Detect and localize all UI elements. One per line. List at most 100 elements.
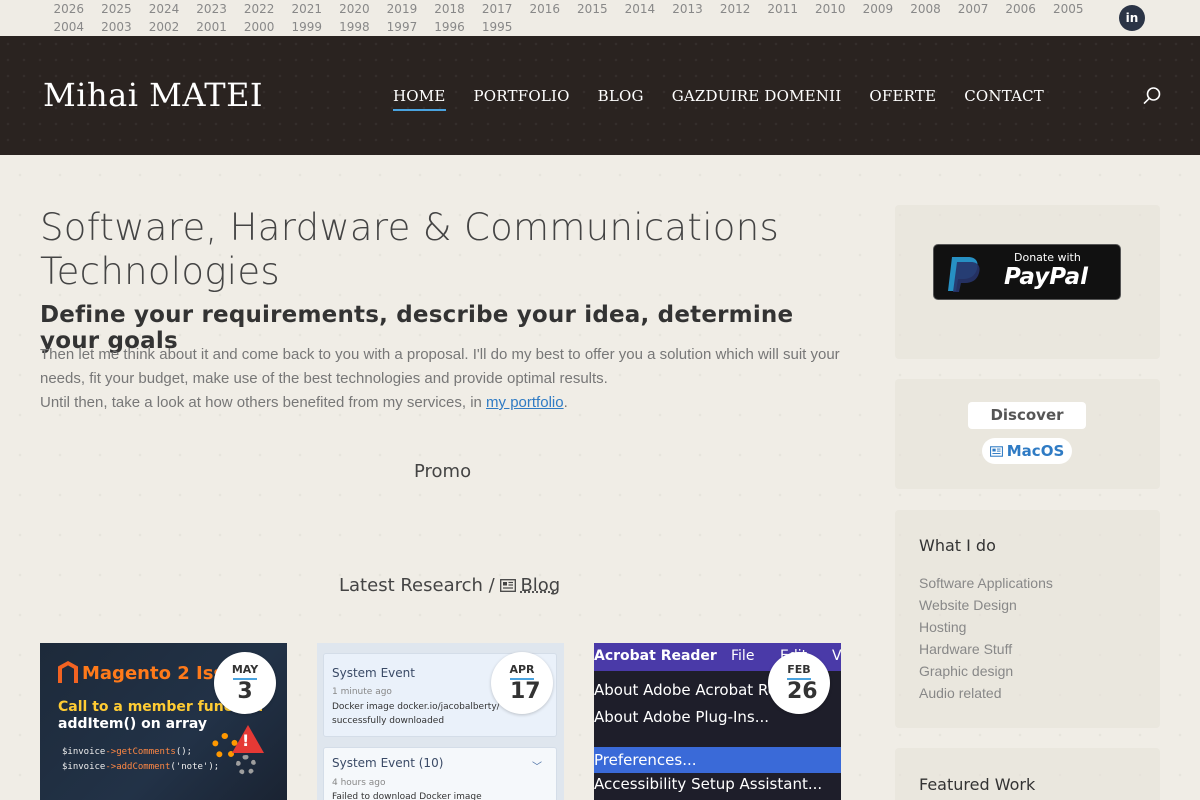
year-link[interactable]: 2024 bbox=[140, 0, 188, 18]
year-link[interactable]: 2010 bbox=[807, 0, 855, 18]
search-icon[interactable] bbox=[1142, 86, 1162, 106]
latest-research-heading: Latest Research / Blog bbox=[339, 575, 560, 596]
event-description-line-2: successfully downloaded bbox=[332, 714, 500, 728]
year-link[interactable]: 2020 bbox=[331, 0, 379, 18]
year-link[interactable]: 2001 bbox=[188, 18, 236, 36]
portfolio-link[interactable]: my portfolio bbox=[486, 394, 564, 411]
nav-oferte[interactable]: OFERTE bbox=[869, 87, 936, 105]
main-nav: HOME PORTFOLIO BLOG GAZDUIRE DOMENII OFE… bbox=[393, 87, 1072, 105]
year-link[interactable]: 2018 bbox=[426, 0, 474, 18]
event-time: 1 minute ago bbox=[332, 687, 392, 697]
date-badge: APR 17 bbox=[491, 652, 553, 714]
linkedin-label: in bbox=[1126, 11, 1139, 25]
event-title-2: System Event (10) bbox=[332, 756, 443, 770]
year-link[interactable]: 1995 bbox=[473, 18, 521, 36]
year-link[interactable]: 1996 bbox=[426, 18, 474, 36]
nav-gazduire-domenii[interactable]: GAZDUIRE DOMENII bbox=[672, 87, 842, 105]
featured-work-title: Featured Work bbox=[919, 775, 1035, 794]
year-link[interactable]: 2014 bbox=[616, 0, 664, 18]
code-rest-1: (); bbox=[176, 747, 192, 757]
date-day: 26 bbox=[787, 678, 811, 704]
card-image-line-2: addItem() on array bbox=[58, 716, 207, 732]
intro-paragraph-1: Then let me think about it and come back… bbox=[40, 346, 840, 387]
service-item[interactable]: Hardware Stuff bbox=[919, 638, 1053, 660]
year-link[interactable]: 2026 bbox=[45, 0, 93, 18]
year-link[interactable]: 2006 bbox=[997, 0, 1045, 18]
year-link[interactable]: 2015 bbox=[569, 0, 617, 18]
year-link[interactable]: 2025 bbox=[93, 0, 141, 18]
year-link[interactable]: 2021 bbox=[283, 0, 331, 18]
year-link[interactable]: 2017 bbox=[473, 0, 521, 18]
latest-label: Latest Research / bbox=[339, 575, 495, 596]
magento-icon bbox=[58, 661, 78, 683]
event-time-2: 4 hours ago bbox=[332, 778, 386, 788]
year-link[interactable]: 1997 bbox=[378, 18, 426, 36]
year-link[interactable]: 2019 bbox=[378, 0, 426, 18]
year-link[interactable]: 2007 bbox=[949, 0, 997, 18]
blog-link[interactable]: Blog bbox=[520, 575, 560, 596]
code-fn-1: getComments bbox=[116, 747, 176, 757]
date-day: 17 bbox=[510, 678, 534, 704]
macos-link[interactable]: MacOS bbox=[982, 438, 1072, 464]
code-fn-2: addComment bbox=[116, 762, 170, 772]
event-description-2: Failed to download Docker image bbox=[332, 790, 482, 800]
chevron-down-icon: ﹀ bbox=[532, 758, 542, 773]
macos-label: MacOS bbox=[1007, 442, 1065, 460]
nav-blog[interactable]: BLOG bbox=[598, 87, 644, 105]
code-var-1: $invoice bbox=[62, 747, 105, 757]
year-link[interactable]: 2009 bbox=[854, 0, 902, 18]
event-title: System Event bbox=[332, 666, 415, 680]
service-item[interactable]: Hosting bbox=[919, 616, 1053, 638]
what-i-do-title: What I do bbox=[919, 536, 996, 555]
paypal-name: PayPal bbox=[1004, 264, 1088, 290]
year-link[interactable]: 1999 bbox=[283, 18, 331, 36]
menu-view: V bbox=[832, 648, 841, 664]
gear-icon-small bbox=[236, 755, 256, 775]
page-title: Software, Hardware & Communications Tech… bbox=[40, 206, 860, 294]
code-line-2: $invoice->addComment('note'); bbox=[62, 760, 219, 775]
nav-portfolio[interactable]: PORTFOLIO bbox=[474, 87, 570, 105]
code-line-1: $invoice->getComments(); bbox=[62, 745, 219, 760]
service-item[interactable]: Software Applications bbox=[919, 572, 1053, 594]
code-arrow-2: -> bbox=[105, 762, 116, 772]
paypal-donate-button[interactable]: Donate with PayPal bbox=[933, 244, 1121, 300]
year-link[interactable]: 2022 bbox=[235, 0, 283, 18]
service-item[interactable]: Graphic design bbox=[919, 660, 1053, 682]
code-var-2: $invoice bbox=[62, 762, 105, 772]
year-link[interactable]: 2013 bbox=[664, 0, 712, 18]
menu-item-accessibility: Accessibility Setup Assistant... bbox=[594, 775, 841, 793]
code-arrow-1: -> bbox=[105, 747, 116, 757]
service-item[interactable]: Audio related bbox=[919, 682, 1053, 704]
year-link[interactable]: 2000 bbox=[235, 18, 283, 36]
service-item[interactable]: Website Design bbox=[919, 594, 1053, 616]
nav-home[interactable]: HOME bbox=[393, 87, 446, 105]
promo-heading: Promo bbox=[414, 461, 471, 482]
year-link[interactable]: 2004 bbox=[45, 18, 93, 36]
year-link[interactable]: 2005 bbox=[1044, 0, 1092, 18]
year-link[interactable]: 2002 bbox=[140, 18, 188, 36]
newspaper-icon bbox=[500, 579, 516, 592]
paypal-icon bbox=[944, 255, 984, 293]
date-badge: FEB 26 bbox=[768, 652, 830, 714]
year-link[interactable]: 2003 bbox=[93, 18, 141, 36]
year-link[interactable]: 2023 bbox=[188, 0, 236, 18]
warning-mark: ! bbox=[242, 731, 249, 750]
what-i-do-list: Software Applications Website Design Hos… bbox=[919, 572, 1053, 704]
card-image-code: $invoice->getComments(); $invoice->addCo… bbox=[62, 745, 219, 775]
year-link[interactable]: 2008 bbox=[902, 0, 950, 18]
year-link[interactable]: 2016 bbox=[521, 0, 569, 18]
site-logo[interactable]: Mihai MATEI bbox=[43, 76, 263, 114]
intro-paragraph-2: Until then, take a look at how others be… bbox=[40, 394, 486, 411]
linkedin-icon[interactable]: in bbox=[1119, 5, 1145, 31]
year-link[interactable]: 2011 bbox=[759, 0, 807, 18]
magento-logo: Magento 2 Issu bbox=[58, 661, 237, 684]
nav-contact[interactable]: CONTACT bbox=[964, 87, 1044, 105]
intro-text: Then let me think about it and come back… bbox=[40, 343, 850, 415]
year-link[interactable]: 2012 bbox=[711, 0, 759, 18]
date-month: MAY bbox=[214, 663, 276, 676]
date-day: 3 bbox=[233, 678, 257, 704]
site-header: Mihai MATEI HOME PORTFOLIO BLOG GAZDUIRE… bbox=[0, 36, 1200, 155]
year-list: 2026 2025 2024 2023 2022 2021 2020 2019 2018 2017… bbox=[45, 0, 1105, 36]
year-link[interactable]: 1998 bbox=[331, 18, 379, 36]
date-month: APR bbox=[491, 663, 553, 676]
